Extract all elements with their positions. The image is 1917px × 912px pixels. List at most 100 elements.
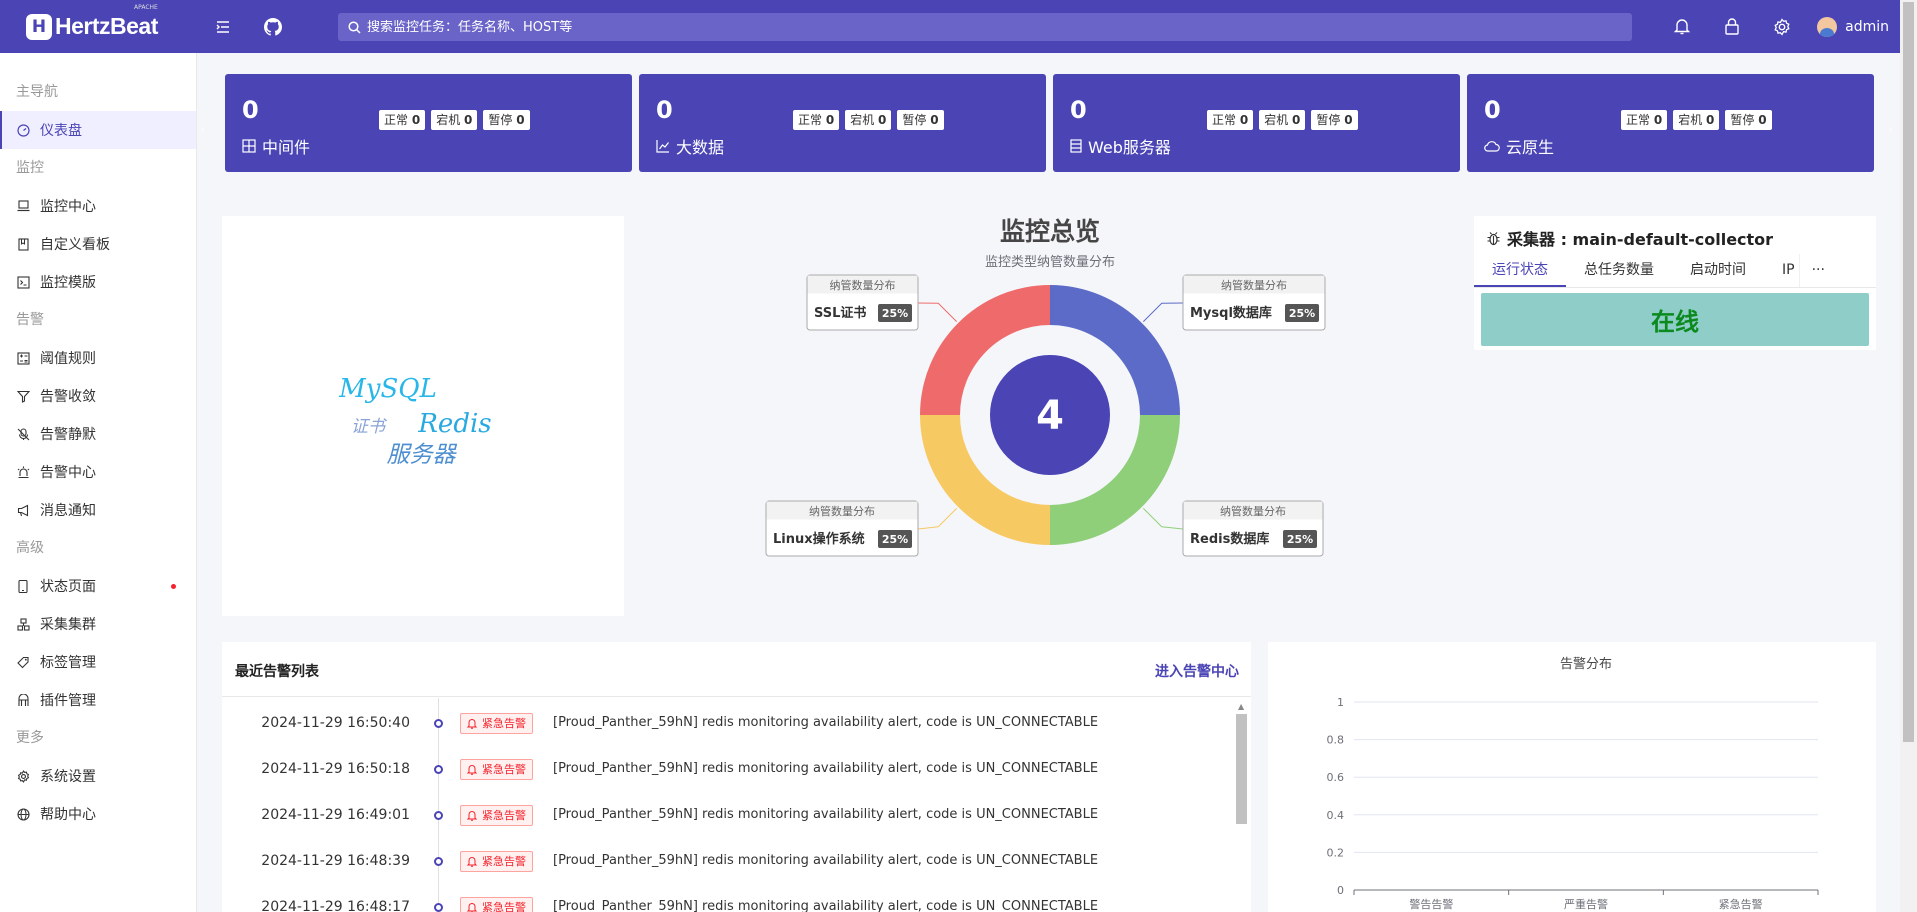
alert-row[interactable]: 2024-11-29 16:50:40 紧急告警 [Proud_Panther_… xyxy=(222,698,1234,744)
timeline-dot xyxy=(434,903,443,912)
bell-icon xyxy=(467,810,477,821)
tabs-more-button[interactable]: ··· xyxy=(1798,254,1837,287)
tag-paused-count: 0 xyxy=(1758,113,1767,127)
notification-icon xyxy=(16,503,30,517)
sidebar-item-custom-board[interactable]: 自定义看板 xyxy=(0,225,196,263)
logo[interactable]: H HertzBeat APACHE xyxy=(26,5,196,40)
tag-normal: 正常 0 xyxy=(1621,110,1668,130)
bell-icon[interactable] xyxy=(1667,12,1697,42)
header-actions: admin xyxy=(1667,0,1917,53)
scroll-thumb[interactable] xyxy=(1236,714,1247,824)
mobile-icon xyxy=(16,579,30,593)
sidebar-item-plugin-manage[interactable]: 插件管理 xyxy=(0,681,196,719)
stat-card-middleware[interactable]: 0 中间件 正常 0 宕机 0 暂停 0 xyxy=(225,74,632,172)
leader-line xyxy=(1142,507,1184,530)
word-cloud-word[interactable]: MySQL xyxy=(338,374,437,404)
lock-icon[interactable] xyxy=(1717,12,1747,42)
sidebar-item-dashboard[interactable]: 仪表盘 xyxy=(0,111,196,149)
carousel-next-arrow[interactable]: › xyxy=(1888,122,1894,138)
tag-paused: 暂停 0 xyxy=(1311,110,1358,130)
sidebar-item-label: 帮助中心 xyxy=(40,807,96,823)
stat-tags: 正常 0 宕机 0 暂停 0 xyxy=(1207,110,1358,130)
gear-icon[interactable] xyxy=(1767,12,1797,42)
menu-fold-icon[interactable] xyxy=(208,12,238,42)
search-input[interactable] xyxy=(367,19,1632,35)
leader-line xyxy=(917,302,958,323)
sidebar-item-alert-center[interactable]: 告警中心 xyxy=(0,453,196,491)
timeline-dot xyxy=(434,765,443,774)
tab-start-time[interactable]: 启动时间 xyxy=(1672,254,1764,287)
page-scroll-thumb[interactable] xyxy=(1903,2,1914,742)
stat-card-cloud-native[interactable]: 0 云原生 正常 0 宕机 0 暂停 0 xyxy=(1467,74,1874,172)
tab-ip[interactable]: IP xyxy=(1764,254,1799,287)
slice-label: 纳管数量分布 SSL证书 25% xyxy=(806,274,919,331)
word-cloud-word[interactable]: 服务器 xyxy=(387,442,458,468)
tag-normal-label: 正常 xyxy=(1626,113,1651,127)
alerts-scrollbar[interactable]: ▲ xyxy=(1236,700,1247,912)
collector-panel: 采集器 : main-default-collector 运行状态 总任务数量 … xyxy=(1474,216,1876,350)
slice-name: SSL证书 xyxy=(814,305,866,321)
leader-line xyxy=(1142,302,1184,323)
sidebar-item-tag-manage[interactable]: 标签管理 xyxy=(0,643,196,681)
severity-badge: 紧急告警 xyxy=(460,713,533,734)
scroll-up-icon[interactable]: ▲ xyxy=(1238,702,1244,711)
sidebar-item-monitor-template[interactable]: 监控模版 xyxy=(0,263,196,301)
collector-title-text: 采集器 : main-default-collector xyxy=(1507,230,1774,249)
recent-alerts-panel: 最近告警列表 进入告警中心 2024-11-29 16:50:40 紧急告警 [… xyxy=(222,642,1251,912)
tag-icon xyxy=(16,655,30,669)
word-cloud-word[interactable]: 证书 xyxy=(351,417,388,437)
overview-total: 4 xyxy=(1036,393,1064,439)
word-cloud: MySQL 证书 Redis 服务器 xyxy=(338,374,491,468)
word-cloud-panel: MySQL 证书 Redis 服务器 xyxy=(222,216,624,616)
chart-title: 告警分布 xyxy=(1560,656,1612,672)
sidebar-item-monitor-center[interactable]: 监控中心 xyxy=(0,187,196,225)
stat-tags: 正常 0 宕机 0 暂停 0 xyxy=(793,110,944,130)
alert-row[interactable]: 2024-11-29 16:48:17 紧急告警 [Proud_Panther_… xyxy=(222,882,1234,912)
top-header: H HertzBeat APACHE admin xyxy=(0,0,1917,53)
stat-card-webserver[interactable]: 0 Web服务器 正常 0 宕机 0 暂停 0 xyxy=(1053,74,1460,172)
alert-time: 2024-11-29 16:49:01 xyxy=(261,807,410,823)
alert-row[interactable]: 2024-11-29 16:49:01 紧急告警 [Proud_Panther_… xyxy=(222,790,1234,836)
sidebar-item-label: 自定义看板 xyxy=(40,237,110,253)
leader-line xyxy=(917,507,958,530)
alert-center-link[interactable]: 进入告警中心 xyxy=(1155,661,1239,681)
tag-normal-count: 0 xyxy=(411,113,421,127)
alert-message: [Proud_Panther_59hN] redis monitoring av… xyxy=(553,899,1099,912)
github-icon[interactable] xyxy=(258,12,288,42)
alert-message: [Proud_Panther_59hN] redis monitoring av… xyxy=(553,715,1099,730)
slice-label-header: 纳管数量分布 xyxy=(830,278,896,292)
bell-icon xyxy=(467,902,477,912)
y-tick-label: 0.8 xyxy=(1327,734,1345,747)
page-scrollbar[interactable] xyxy=(1900,0,1917,912)
tab-run-status[interactable]: 运行状态 xyxy=(1474,254,1566,287)
sidebar-item-help[interactable]: 帮助中心 xyxy=(0,795,196,833)
sidebar-item-settings[interactable]: 系统设置 xyxy=(0,757,196,795)
nav-group-monitor: 监控 xyxy=(16,160,44,176)
y-tick-label: 0.2 xyxy=(1327,846,1345,859)
alert-row[interactable]: 2024-11-29 16:50:18 紧急告警 [Proud_Panther_… xyxy=(222,744,1234,790)
timeline-dot xyxy=(434,857,443,866)
sidebar-item-threshold[interactable]: 阈值规则 xyxy=(0,339,196,377)
bug-icon xyxy=(1486,231,1501,246)
carousel-prev-arrow[interactable]: ‹ xyxy=(200,122,206,138)
user-menu[interactable]: admin xyxy=(1817,16,1889,37)
severity-label: 紧急告警 xyxy=(482,901,526,912)
stat-card-bigdata[interactable]: 0 大数据 正常 0 宕机 0 暂停 0 xyxy=(639,74,1046,172)
slice-percent: 25% xyxy=(882,533,908,546)
alert-row[interactable]: 2024-11-29 16:48:39 紧急告警 [Proud_Panther_… xyxy=(222,836,1234,882)
sidebar-item-label: 消息通知 xyxy=(40,503,96,519)
word-cloud-word[interactable]: Redis xyxy=(417,409,491,439)
sidebar-item-alert-silence[interactable]: 告警静默 xyxy=(0,415,196,453)
tag-paused: 暂停 0 xyxy=(1725,110,1772,130)
tab-total-tasks[interactable]: 总任务数量 xyxy=(1566,254,1672,287)
tag-down-label: 宕机 xyxy=(850,113,875,127)
search-bar[interactable] xyxy=(338,13,1632,41)
severity-label: 紧急告警 xyxy=(482,717,526,730)
tag-paused-count: 0 xyxy=(930,113,939,127)
x-tick-label: 紧急告警 xyxy=(1719,897,1763,911)
sidebar-item-alert-converge[interactable]: 告警收敛 xyxy=(0,377,196,415)
tag-normal-label: 正常 xyxy=(1212,113,1237,127)
sidebar-item-status-page[interactable]: 状态页面 xyxy=(0,567,196,605)
sidebar-item-notification[interactable]: 消息通知 xyxy=(0,491,196,529)
sidebar-item-collector-cluster[interactable]: 采集集群 xyxy=(0,605,196,643)
